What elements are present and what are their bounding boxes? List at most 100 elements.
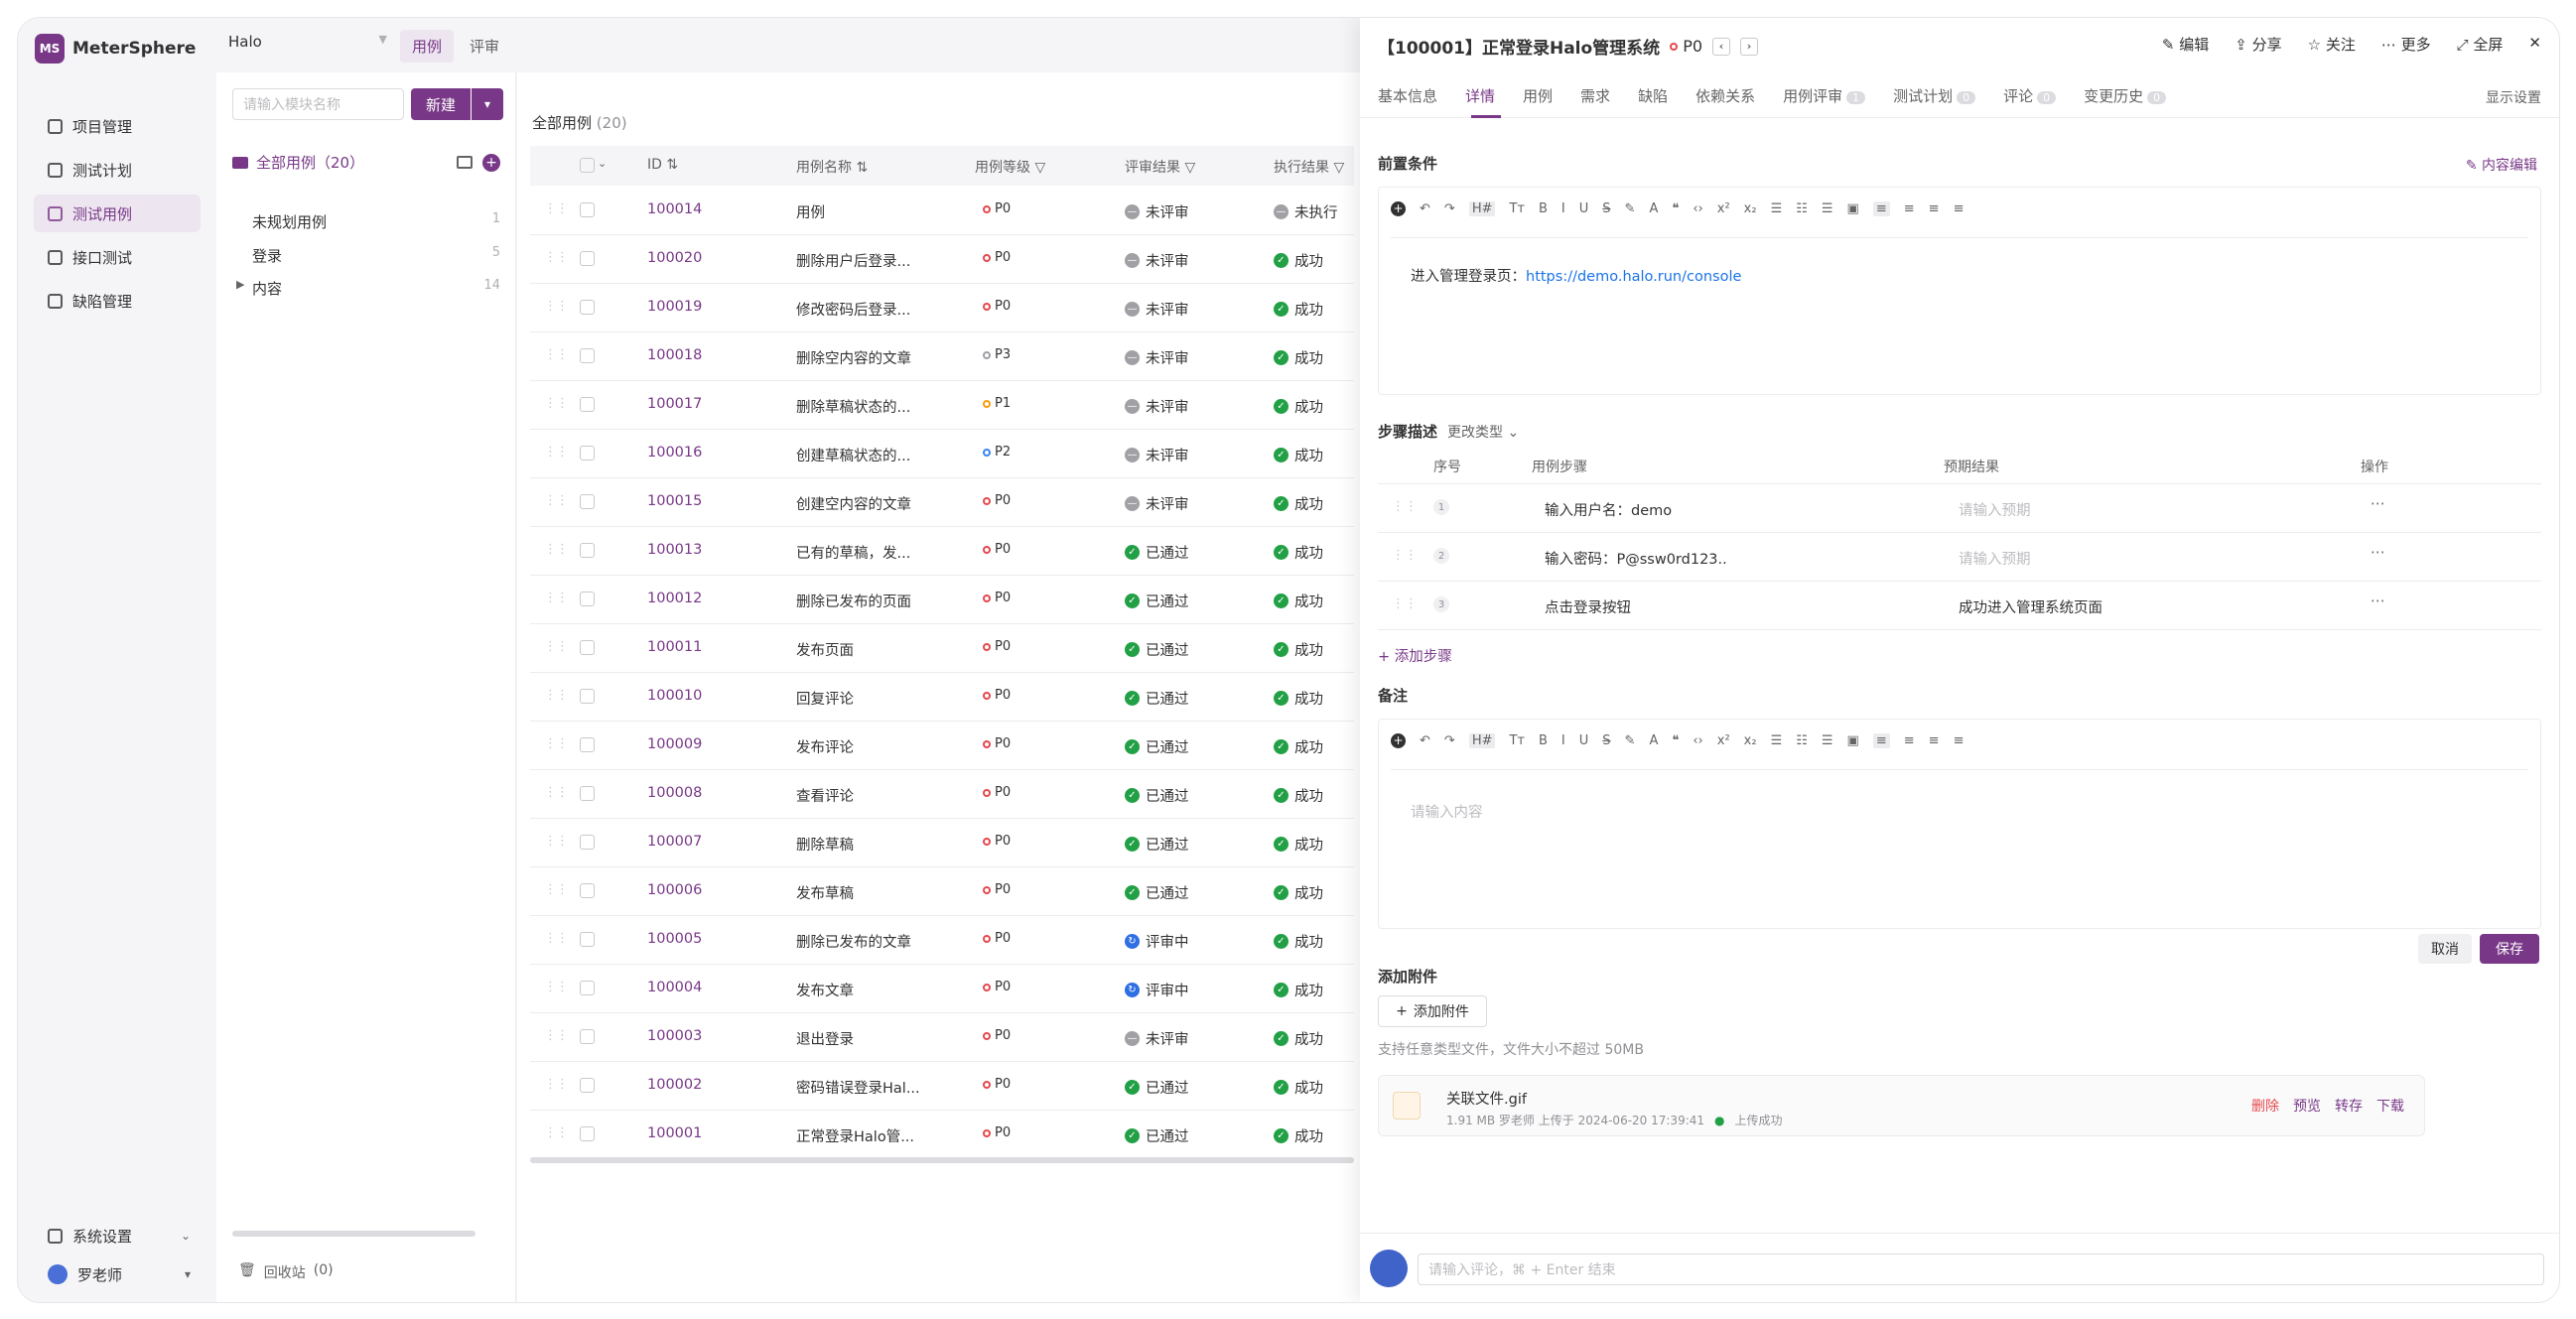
superscript-icon[interactable]: x² xyxy=(1717,201,1730,216)
case-id-link[interactable]: 100003 xyxy=(647,1028,702,1044)
edit-button[interactable]: ✎ 编辑 xyxy=(2162,34,2209,55)
step-input[interactable]: 点击登录按钮 xyxy=(1545,596,1631,617)
table-row[interactable]: ⋮⋮ 100009 发布评论 P0 ✓ 已通过 ✓ 成功 xyxy=(530,722,1354,770)
drag-handle-icon[interactable]: ⋮⋮ xyxy=(544,445,569,460)
drawer-tab-0[interactable]: 基本信息 xyxy=(1378,85,1437,106)
text-size-icon[interactable]: Tт xyxy=(1509,201,1525,216)
underline-icon[interactable]: U xyxy=(1579,201,1589,216)
add-step-button[interactable]: + 添加步骤 xyxy=(1378,645,1452,666)
change-type-dropdown[interactable]: 更改类型 ⌄ xyxy=(1447,422,1519,442)
font-color-icon[interactable]: A xyxy=(1649,201,1658,216)
next-case-button[interactable]: › xyxy=(1740,37,1759,56)
highlight-icon[interactable]: ✎ xyxy=(1625,733,1636,748)
table-row[interactable]: ⋮⋮ 100013 已有的草稿，发... P0 ✓ 已通过 ✓ 成功 xyxy=(530,527,1354,576)
nav-item-2[interactable]: 测试用例 xyxy=(34,195,201,232)
redo-icon[interactable]: ↷ xyxy=(1444,733,1455,748)
delete-attachment-button[interactable]: 删除 xyxy=(2251,1096,2279,1116)
redo-icon[interactable]: ↷ xyxy=(1444,201,1455,216)
case-id-link[interactable]: 100013 xyxy=(647,542,702,558)
row-checkbox[interactable] xyxy=(580,592,595,606)
task-list-icon[interactable]: ☰ xyxy=(1822,733,1833,748)
table-row[interactable]: ⋮⋮ 100012 删除已发布的页面 P0 ✓ 已通过 ✓ 成功 xyxy=(530,576,1354,624)
col-id[interactable]: ID ⇅ xyxy=(647,157,678,173)
case-id-link[interactable]: 100012 xyxy=(647,591,702,606)
case-id-link[interactable]: 100011 xyxy=(647,639,702,655)
case-id-link[interactable]: 100017 xyxy=(647,396,702,412)
drawer-tab-9[interactable]: 变更历史 0 xyxy=(2084,85,2167,106)
text-size-icon[interactable]: Tт xyxy=(1509,733,1525,748)
drag-handle-icon[interactable]: ⋮⋮ xyxy=(544,201,569,216)
row-checkbox[interactable] xyxy=(580,251,595,266)
quote-icon[interactable]: ❝ xyxy=(1672,733,1679,748)
superscript-icon[interactable]: x² xyxy=(1717,733,1730,748)
recycle-bin[interactable]: 🗑 回收站 (0) xyxy=(238,1262,334,1282)
subscript-icon[interactable]: x₂ xyxy=(1744,201,1757,216)
row-checkbox[interactable] xyxy=(580,932,595,947)
drag-handle-icon[interactable]: ⋮⋮ xyxy=(544,1028,569,1043)
case-id-link[interactable]: 100018 xyxy=(647,347,702,363)
drag-handle-icon[interactable]: ⋮⋮ xyxy=(544,591,569,605)
case-id-link[interactable]: 100014 xyxy=(647,201,702,217)
strike-icon[interactable]: S̶ xyxy=(1602,733,1610,748)
undo-icon[interactable]: ↶ xyxy=(1420,201,1430,216)
table-row[interactable]: ⋮⋮ 100006 发布草稿 P0 ✓ 已通过 ✓ 成功 xyxy=(530,867,1354,916)
table-row[interactable]: ⋮⋮ 100011 发布页面 P0 ✓ 已通过 ✓ 成功 xyxy=(530,624,1354,673)
bullet-list-icon[interactable]: ☰ xyxy=(1771,733,1783,748)
remark-editor[interactable]: + ↶ ↷ H# Tт B I U S̶ ✎ A ❝ ‹› x² x₂ ☰ ☷ ☰ ▣ ≡ ≡ ≡ ≡ 请输入内容 xyxy=(1378,719,2541,929)
system-settings[interactable]: 系统设置 ⌄ xyxy=(34,1218,201,1253)
drag-handle-icon[interactable]: ⋮⋮ xyxy=(544,250,569,265)
table-row[interactable]: ⋮⋮ 100003 退出登录 P0 — 未评审 ✓ 成功 xyxy=(530,1013,1354,1062)
case-id-link[interactable]: 100019 xyxy=(647,299,702,315)
drawer-tab-4[interactable]: 缺陷 xyxy=(1638,85,1668,106)
font-color-icon[interactable]: A xyxy=(1649,733,1658,748)
drag-handle-icon[interactable]: ⋮⋮ xyxy=(544,493,569,508)
expected-input[interactable]: 成功进入管理系统页面 xyxy=(1959,596,2102,617)
nav-item-3[interactable]: 接口测试 xyxy=(34,238,201,276)
bold-icon[interactable]: B xyxy=(1539,733,1548,748)
row-checkbox[interactable] xyxy=(580,1126,595,1141)
row-checkbox[interactable] xyxy=(580,689,595,704)
table-row[interactable]: ⋮⋮ 100020 删除用户后登录... P0 — 未评审 ✓ 成功 xyxy=(530,235,1354,284)
code-icon[interactable]: ‹› xyxy=(1693,201,1702,216)
code-block-icon[interactable]: ▣ xyxy=(1847,733,1859,748)
insert-icon[interactable]: + xyxy=(1391,201,1406,216)
table-row[interactable]: ⋮⋮ 100005 删除已发布的文章 P0 ↻ 评审中 ✓ 成功 xyxy=(530,916,1354,965)
fullscreen-button[interactable]: ⤢ 全屏 xyxy=(2457,34,2504,55)
drag-handle-icon[interactable]: ⋮⋮ xyxy=(544,542,569,557)
follow-button[interactable]: ☆ 关注 xyxy=(2308,34,2356,55)
app-logo[interactable]: MS MeterSphere xyxy=(35,28,196,69)
drawer-tab-8[interactable]: 评论 0 xyxy=(2003,85,2057,106)
drag-handle-icon[interactable]: ⋮⋮ xyxy=(1392,548,1418,563)
top-tab-1[interactable]: 评审 xyxy=(458,30,511,63)
chevron-down-icon[interactable]: ⌄ xyxy=(598,157,607,170)
justify-icon[interactable]: ≡ xyxy=(1954,201,1965,216)
drawer-tab-2[interactable]: 用例 xyxy=(1523,85,1553,106)
expected-input[interactable]: 请输入预期 xyxy=(1959,499,2031,520)
case-id-link[interactable]: 100008 xyxy=(647,785,702,801)
drawer-tab-3[interactable]: 需求 xyxy=(1580,85,1610,106)
row-checkbox[interactable] xyxy=(580,1029,595,1044)
bold-icon[interactable]: B xyxy=(1539,201,1548,216)
row-checkbox[interactable] xyxy=(580,981,595,995)
drag-handle-icon[interactable]: ⋮⋮ xyxy=(544,347,569,362)
quote-icon[interactable]: ❝ xyxy=(1672,201,1679,216)
row-checkbox[interactable] xyxy=(580,786,595,801)
case-id-link[interactable]: 100004 xyxy=(647,980,702,995)
step-input[interactable]: 输入密码：P@ssw0rd123.. xyxy=(1545,548,1727,569)
insert-icon[interactable]: + xyxy=(1391,733,1406,748)
more-icon[interactable]: ⋯ xyxy=(2371,594,2385,609)
table-row[interactable]: ⋮⋮ 100010 回复评论 P0 ✓ 已通过 ✓ 成功 xyxy=(530,673,1354,722)
table-row[interactable]: ⋮⋮ 100002 密码错误登录Hal... P0 ✓ 已通过 ✓ 成功 xyxy=(530,1062,1354,1111)
table-row[interactable]: ⋮⋮ 100001 正常登录Halo管... P0 ✓ 已通过 ✓ 成功 xyxy=(530,1111,1354,1159)
drawer-tab-1[interactable]: 详情 xyxy=(1465,85,1495,106)
drawer-tab-6[interactable]: 用例评审 1 xyxy=(1783,85,1866,106)
heading-icon[interactable]: H# xyxy=(1468,201,1496,216)
row-checkbox[interactable] xyxy=(580,640,595,655)
step-input[interactable]: 输入用户名：demo xyxy=(1545,499,1672,520)
table-row[interactable]: ⋮⋮ 100019 修改密码后登录... P0 — 未评审 ✓ 成功 xyxy=(530,284,1354,332)
tree-root-all-cases[interactable]: 全部用例（20） + xyxy=(232,152,500,173)
case-id-link[interactable]: 100009 xyxy=(647,736,702,752)
italic-icon[interactable]: I xyxy=(1561,201,1565,216)
drag-handle-icon[interactable]: ⋮⋮ xyxy=(544,639,569,654)
case-id-link[interactable]: 100001 xyxy=(647,1125,702,1141)
